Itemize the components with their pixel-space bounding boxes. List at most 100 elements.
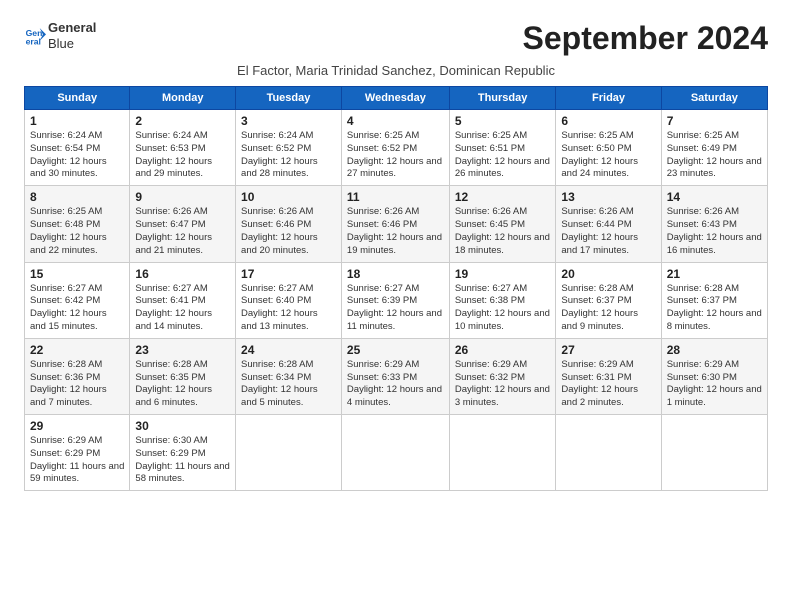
header-row: SundayMondayTuesdayWednesdayThursdayFrid… <box>25 87 768 110</box>
month-title: September 2024 <box>523 20 768 57</box>
day-info: Sunrise: 6:29 AMSunset: 6:31 PMDaylight:… <box>561 359 655 410</box>
day-number: 14 <box>667 190 762 204</box>
day-cell <box>449 415 556 491</box>
logo-icon: Gen eral <box>24 25 46 47</box>
day-info: Sunrise: 6:27 AMSunset: 6:39 PMDaylight:… <box>347 283 444 334</box>
day-cell: 12 Sunrise: 6:26 AMSunset: 6:45 PMDaylig… <box>449 186 556 262</box>
calendar-body: 1 Sunrise: 6:24 AMSunset: 6:54 PMDayligh… <box>25 110 768 491</box>
day-info: Sunrise: 6:25 AMSunset: 6:48 PMDaylight:… <box>30 206 124 257</box>
day-cell: 7 Sunrise: 6:25 AMSunset: 6:49 PMDayligh… <box>661 110 767 186</box>
day-info: Sunrise: 6:28 AMSunset: 6:36 PMDaylight:… <box>30 359 124 410</box>
day-info: Sunrise: 6:29 AMSunset: 6:29 PMDaylight:… <box>30 435 124 486</box>
day-cell: 1 Sunrise: 6:24 AMSunset: 6:54 PMDayligh… <box>25 110 130 186</box>
subtitle: El Factor, Maria Trinidad Sanchez, Domin… <box>24 63 768 78</box>
logo-text: General Blue <box>48 20 96 51</box>
day-number: 15 <box>30 267 124 281</box>
day-cell: 27 Sunrise: 6:29 AMSunset: 6:31 PMDaylig… <box>556 338 661 414</box>
day-number: 17 <box>241 267 336 281</box>
day-info: Sunrise: 6:28 AMSunset: 6:34 PMDaylight:… <box>241 359 336 410</box>
day-cell: 29 Sunrise: 6:29 AMSunset: 6:29 PMDaylig… <box>25 415 130 491</box>
calendar-header: SundayMondayTuesdayWednesdayThursdayFrid… <box>25 87 768 110</box>
day-number: 10 <box>241 190 336 204</box>
day-number: 27 <box>561 343 655 357</box>
day-cell: 2 Sunrise: 6:24 AMSunset: 6:53 PMDayligh… <box>130 110 236 186</box>
day-number: 29 <box>30 419 124 433</box>
week-row-5: 29 Sunrise: 6:29 AMSunset: 6:29 PMDaylig… <box>25 415 768 491</box>
day-info: Sunrise: 6:28 AMSunset: 6:35 PMDaylight:… <box>135 359 230 410</box>
day-cell <box>341 415 449 491</box>
day-cell: 3 Sunrise: 6:24 AMSunset: 6:52 PMDayligh… <box>236 110 342 186</box>
day-cell: 14 Sunrise: 6:26 AMSunset: 6:43 PMDaylig… <box>661 186 767 262</box>
day-info: Sunrise: 6:24 AMSunset: 6:54 PMDaylight:… <box>30 130 124 181</box>
day-number: 6 <box>561 114 655 128</box>
column-header-sunday: Sunday <box>25 87 130 110</box>
day-cell: 21 Sunrise: 6:28 AMSunset: 6:37 PMDaylig… <box>661 262 767 338</box>
day-number: 5 <box>455 114 551 128</box>
day-info: Sunrise: 6:28 AMSunset: 6:37 PMDaylight:… <box>667 283 762 334</box>
day-number: 1 <box>30 114 124 128</box>
day-number: 21 <box>667 267 762 281</box>
day-cell: 17 Sunrise: 6:27 AMSunset: 6:40 PMDaylig… <box>236 262 342 338</box>
day-cell: 18 Sunrise: 6:27 AMSunset: 6:39 PMDaylig… <box>341 262 449 338</box>
day-cell: 24 Sunrise: 6:28 AMSunset: 6:34 PMDaylig… <box>236 338 342 414</box>
day-info: Sunrise: 6:26 AMSunset: 6:47 PMDaylight:… <box>135 206 230 257</box>
day-info: Sunrise: 6:27 AMSunset: 6:38 PMDaylight:… <box>455 283 551 334</box>
day-number: 4 <box>347 114 444 128</box>
day-info: Sunrise: 6:28 AMSunset: 6:37 PMDaylight:… <box>561 283 655 334</box>
day-number: 7 <box>667 114 762 128</box>
day-info: Sunrise: 6:24 AMSunset: 6:53 PMDaylight:… <box>135 130 230 181</box>
column-header-thursday: Thursday <box>449 87 556 110</box>
day-cell <box>556 415 661 491</box>
day-cell: 15 Sunrise: 6:27 AMSunset: 6:42 PMDaylig… <box>25 262 130 338</box>
week-row-4: 22 Sunrise: 6:28 AMSunset: 6:36 PMDaylig… <box>25 338 768 414</box>
day-number: 12 <box>455 190 551 204</box>
day-info: Sunrise: 6:27 AMSunset: 6:41 PMDaylight:… <box>135 283 230 334</box>
day-info: Sunrise: 6:24 AMSunset: 6:52 PMDaylight:… <box>241 130 336 181</box>
day-info: Sunrise: 6:25 AMSunset: 6:52 PMDaylight:… <box>347 130 444 181</box>
column-header-tuesday: Tuesday <box>236 87 342 110</box>
day-number: 20 <box>561 267 655 281</box>
day-number: 9 <box>135 190 230 204</box>
day-cell: 20 Sunrise: 6:28 AMSunset: 6:37 PMDaylig… <box>556 262 661 338</box>
day-number: 18 <box>347 267 444 281</box>
day-cell: 23 Sunrise: 6:28 AMSunset: 6:35 PMDaylig… <box>130 338 236 414</box>
title-section: September 2024 <box>523 20 768 57</box>
calendar-table: SundayMondayTuesdayWednesdayThursdayFrid… <box>24 86 768 491</box>
day-number: 13 <box>561 190 655 204</box>
day-info: Sunrise: 6:29 AMSunset: 6:32 PMDaylight:… <box>455 359 551 410</box>
day-number: 22 <box>30 343 124 357</box>
day-cell: 30 Sunrise: 6:30 AMSunset: 6:29 PMDaylig… <box>130 415 236 491</box>
day-info: Sunrise: 6:27 AMSunset: 6:42 PMDaylight:… <box>30 283 124 334</box>
day-info: Sunrise: 6:26 AMSunset: 6:44 PMDaylight:… <box>561 206 655 257</box>
header: Gen eral General Blue September 2024 <box>24 20 768 57</box>
day-info: Sunrise: 6:29 AMSunset: 6:33 PMDaylight:… <box>347 359 444 410</box>
day-number: 26 <box>455 343 551 357</box>
day-cell: 22 Sunrise: 6:28 AMSunset: 6:36 PMDaylig… <box>25 338 130 414</box>
day-number: 3 <box>241 114 336 128</box>
day-number: 16 <box>135 267 230 281</box>
day-cell: 28 Sunrise: 6:29 AMSunset: 6:30 PMDaylig… <box>661 338 767 414</box>
day-number: 28 <box>667 343 762 357</box>
day-info: Sunrise: 6:26 AMSunset: 6:43 PMDaylight:… <box>667 206 762 257</box>
day-cell <box>236 415 342 491</box>
svg-text:eral: eral <box>26 36 41 46</box>
day-number: 19 <box>455 267 551 281</box>
day-cell: 4 Sunrise: 6:25 AMSunset: 6:52 PMDayligh… <box>341 110 449 186</box>
week-row-1: 1 Sunrise: 6:24 AMSunset: 6:54 PMDayligh… <box>25 110 768 186</box>
logo: Gen eral General Blue <box>24 20 96 51</box>
day-info: Sunrise: 6:26 AMSunset: 6:46 PMDaylight:… <box>241 206 336 257</box>
day-info: Sunrise: 6:26 AMSunset: 6:45 PMDaylight:… <box>455 206 551 257</box>
day-cell: 6 Sunrise: 6:25 AMSunset: 6:50 PMDayligh… <box>556 110 661 186</box>
day-number: 11 <box>347 190 444 204</box>
week-row-3: 15 Sunrise: 6:27 AMSunset: 6:42 PMDaylig… <box>25 262 768 338</box>
column-header-monday: Monday <box>130 87 236 110</box>
day-cell: 10 Sunrise: 6:26 AMSunset: 6:46 PMDaylig… <box>236 186 342 262</box>
day-cell: 8 Sunrise: 6:25 AMSunset: 6:48 PMDayligh… <box>25 186 130 262</box>
day-cell: 5 Sunrise: 6:25 AMSunset: 6:51 PMDayligh… <box>449 110 556 186</box>
day-info: Sunrise: 6:26 AMSunset: 6:46 PMDaylight:… <box>347 206 444 257</box>
day-cell: 16 Sunrise: 6:27 AMSunset: 6:41 PMDaylig… <box>130 262 236 338</box>
day-info: Sunrise: 6:25 AMSunset: 6:51 PMDaylight:… <box>455 130 551 181</box>
day-cell: 25 Sunrise: 6:29 AMSunset: 6:33 PMDaylig… <box>341 338 449 414</box>
day-cell: 19 Sunrise: 6:27 AMSunset: 6:38 PMDaylig… <box>449 262 556 338</box>
day-number: 30 <box>135 419 230 433</box>
